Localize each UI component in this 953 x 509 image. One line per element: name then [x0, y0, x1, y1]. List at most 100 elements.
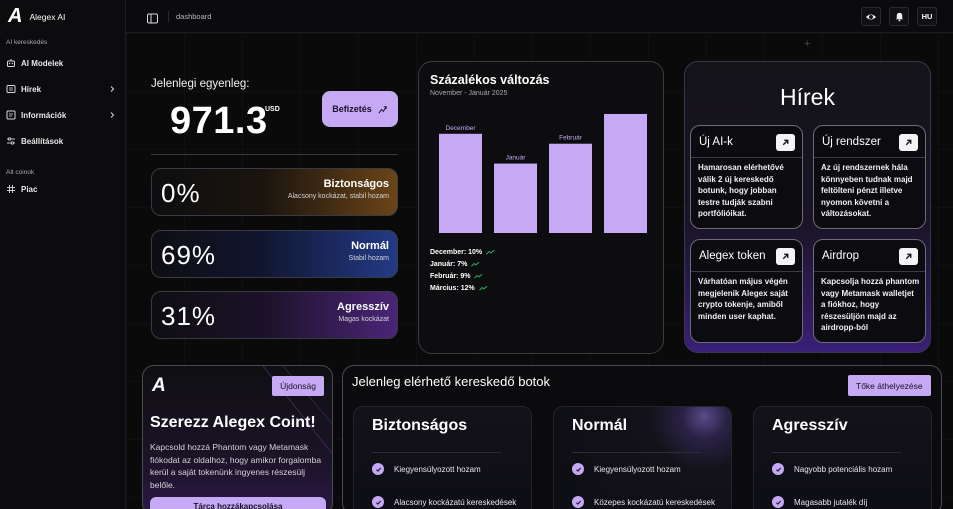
bar-chart: December Január Február [439, 113, 647, 233]
news-tile-alegex-token[interactable]: Alegex token Várhatóan május végén megje… [690, 239, 803, 343]
open-news-button[interactable] [899, 134, 918, 151]
bot-name: Normál [572, 417, 628, 434]
info-icon [6, 110, 16, 120]
bot-feature-label: Kiegyensúlyozott hozam [394, 464, 481, 474]
legend-label: Január: 7% [430, 260, 468, 268]
legend-label: December: 10% [430, 248, 483, 256]
language-button[interactable]: HU [917, 7, 937, 26]
plus-mark-icon: + [804, 38, 811, 50]
allocation-name: Biztonságos [323, 178, 389, 190]
bots-title: Jelenleg elérhető kereskedő botok [352, 374, 551, 389]
notifications-button[interactable] [889, 7, 909, 26]
news-tile-body: Várhatóan május végén megjelenik Alegex … [698, 277, 788, 321]
allocation-card-normal[interactable]: 69% Normál Stabil hozam [151, 230, 398, 278]
chart-bar[interactable] [549, 143, 592, 233]
bell-icon [895, 12, 903, 22]
news-tile-divider [814, 157, 925, 158]
news-tile-body: Az új rendszernek hála könnyeben tudnak … [821, 163, 913, 218]
connect-wallet-button[interactable]: Tárca hozzákapcsolása [150, 497, 326, 509]
sidebar-item-label: Piac [21, 184, 38, 194]
check-icon [572, 463, 584, 475]
move-capital-button[interactable]: Tőke áthelyezése [848, 375, 931, 396]
promo-title: Szerezz Alegex Coint! [150, 414, 316, 431]
legend-item: December: 10% [430, 246, 495, 258]
allocation-name: Normál [351, 240, 389, 252]
bot-feature-label: Magasabb jutalék díj [794, 497, 868, 507]
deposit-button[interactable]: Befizetés [322, 91, 398, 127]
sidebar-item-info[interactable]: Információk [6, 105, 120, 125]
check-icon [572, 496, 584, 508]
allocation-percent: 69% [161, 240, 217, 270]
bot-column-normal[interactable]: Normál Kiegyensúlyozott hozam Közepes ko… [553, 406, 732, 509]
sidebar-toggle-button[interactable] [147, 11, 158, 24]
check-icon [372, 463, 384, 475]
news-tile-divider [814, 271, 925, 272]
sidebar-item-settings[interactable]: Beállítások [6, 131, 120, 151]
allocation-desc: Magas kockázat [338, 316, 389, 323]
trend-up-icon [486, 249, 495, 255]
eye-icon [866, 14, 876, 19]
news-tile-new-ai[interactable]: Új AI-k Hamarosan elérhetővé válik 2 új … [690, 125, 803, 229]
news-tile-divider [691, 271, 802, 272]
bot-feature: Nagyobb potenciális hozam [772, 462, 892, 476]
legend-item: Február: 9% [430, 270, 495, 282]
bot-column-aggressive[interactable]: Agresszív Nagyobb potenciális hozam Maga… [753, 406, 932, 509]
chart-legend: December: 10% Január: 7% Február: 9% Már… [430, 246, 495, 294]
allocation-name: Agresszív [337, 301, 389, 313]
bot-feature-label: Kiegyensúlyozott hozam [594, 464, 681, 474]
sidebar: A Alegex AI AI kereskedés AI Modelek Hír… [0, 0, 126, 509]
sidebar-toggle-icon [147, 13, 158, 24]
sidebar-section-altcoins: Alt coinok [6, 169, 35, 176]
open-news-button[interactable] [776, 248, 795, 265]
bot-column-safe[interactable]: Biztonságos Kiegyensúlyozott hozam Alacs… [353, 406, 532, 509]
bot-feature: Kiegyensúlyozott hozam [572, 462, 681, 476]
chart-bar-label: Január [506, 155, 527, 162]
bot-name: Agresszív [772, 417, 848, 434]
sidebar-item-label: AI Modelek [21, 58, 64, 68]
chart-bar[interactable] [494, 163, 537, 233]
percent-change-chart-card: Százalékos változás November - Január 20… [418, 61, 664, 354]
news-tile-title: Új rendszer [822, 136, 881, 148]
visibility-toggle-button[interactable] [861, 7, 881, 26]
app-name: Alegex AI [29, 11, 66, 22]
chart-bar[interactable] [439, 133, 482, 233]
chart-bar-label: Február [559, 135, 583, 142]
balance-divider [151, 154, 398, 155]
arrow-up-right-icon [905, 253, 912, 260]
allocation-desc: Stabil hozam [348, 255, 389, 262]
sidebar-item-news[interactable]: Hírek [6, 79, 120, 99]
sidebar-item-market[interactable]: Piac [6, 179, 120, 199]
arrow-up-right-icon [905, 139, 912, 146]
legend-label: Március: 12% [430, 284, 475, 292]
trend-up-icon [471, 261, 480, 267]
news-tile-title: Alegex token [699, 250, 766, 262]
app-logo: A [8, 5, 22, 27]
news-card: Hírek Új AI-k Hamarosan elérhetővé válik… [684, 61, 931, 353]
allocation-card-safe[interactable]: 0% Biztonságos Alacsony kockázat, stabil… [151, 168, 398, 216]
sidebar-section-trading: AI kereskedés [6, 39, 48, 46]
allocation-percent: 31% [161, 301, 217, 331]
news-tile-airdrop[interactable]: Airdrop Kapcsolja hozzá phantom vagy Met… [813, 239, 926, 343]
promo-logo: A [152, 375, 166, 397]
open-news-button[interactable] [899, 248, 918, 265]
settings-sliders-icon [6, 136, 16, 146]
promo-new-badge: Újdonság [272, 376, 324, 396]
sidebar-item-ai-models[interactable]: AI Modelek [6, 53, 120, 73]
bot-feature-label: Nagyobb potenciális hozam [794, 464, 893, 474]
app-brand[interactable]: A Alegex AI [8, 5, 65, 28]
check-icon [372, 496, 384, 508]
allocation-card-aggressive[interactable]: 31% Agresszív Magas kockázat [151, 291, 398, 339]
news-title: Hírek [780, 84, 835, 110]
breadcrumb[interactable]: dashboard [176, 12, 211, 21]
bot-name: Biztonságos [372, 417, 468, 434]
chevron-right-icon [110, 112, 115, 118]
chevron-right-icon [110, 86, 115, 92]
open-news-button[interactable] [776, 134, 795, 151]
bot-feature: Közepes kockázatú kereskedések [572, 495, 715, 509]
chart-bar[interactable] [604, 113, 647, 233]
news-tile-new-system[interactable]: Új rendszer Az új rendszernek hála könny… [813, 125, 926, 229]
sidebar-item-label: Információk [21, 110, 67, 120]
legend-item: Január: 7% [430, 258, 495, 270]
news-tile-title: Airdrop [822, 250, 860, 262]
topbar-divider [168, 11, 169, 22]
